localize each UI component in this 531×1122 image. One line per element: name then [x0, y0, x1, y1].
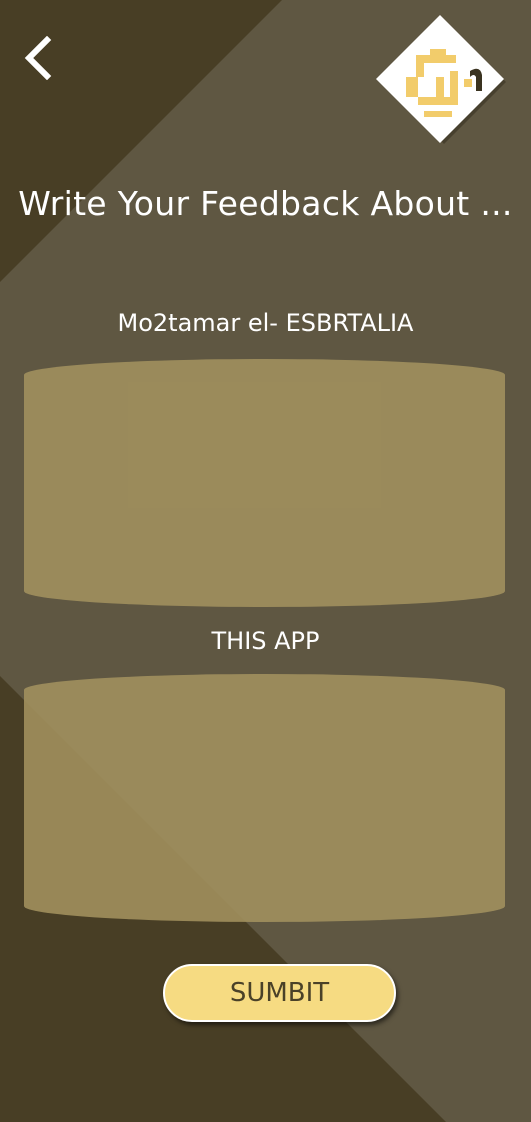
feedback-box-event[interactable]: [24, 359, 505, 607]
submit-button[interactable]: SUMBIT: [163, 964, 396, 1022]
chevron-left-icon: [24, 36, 52, 80]
feedback-label-app: THIS APP: [211, 627, 320, 655]
feedback-label-event: Mo2tamar el- ESBRTALIA: [117, 309, 414, 337]
feedback-box-app[interactable]: [24, 674, 505, 922]
page-title: Write Your Feedback About ...: [18, 184, 513, 223]
back-button[interactable]: [14, 30, 62, 86]
app-logo-icon: [376, 15, 506, 144]
app-logo: [376, 15, 508, 147]
feedback-input-app[interactable]: [24, 674, 505, 922]
feedback-input-event[interactable]: [24, 359, 505, 607]
